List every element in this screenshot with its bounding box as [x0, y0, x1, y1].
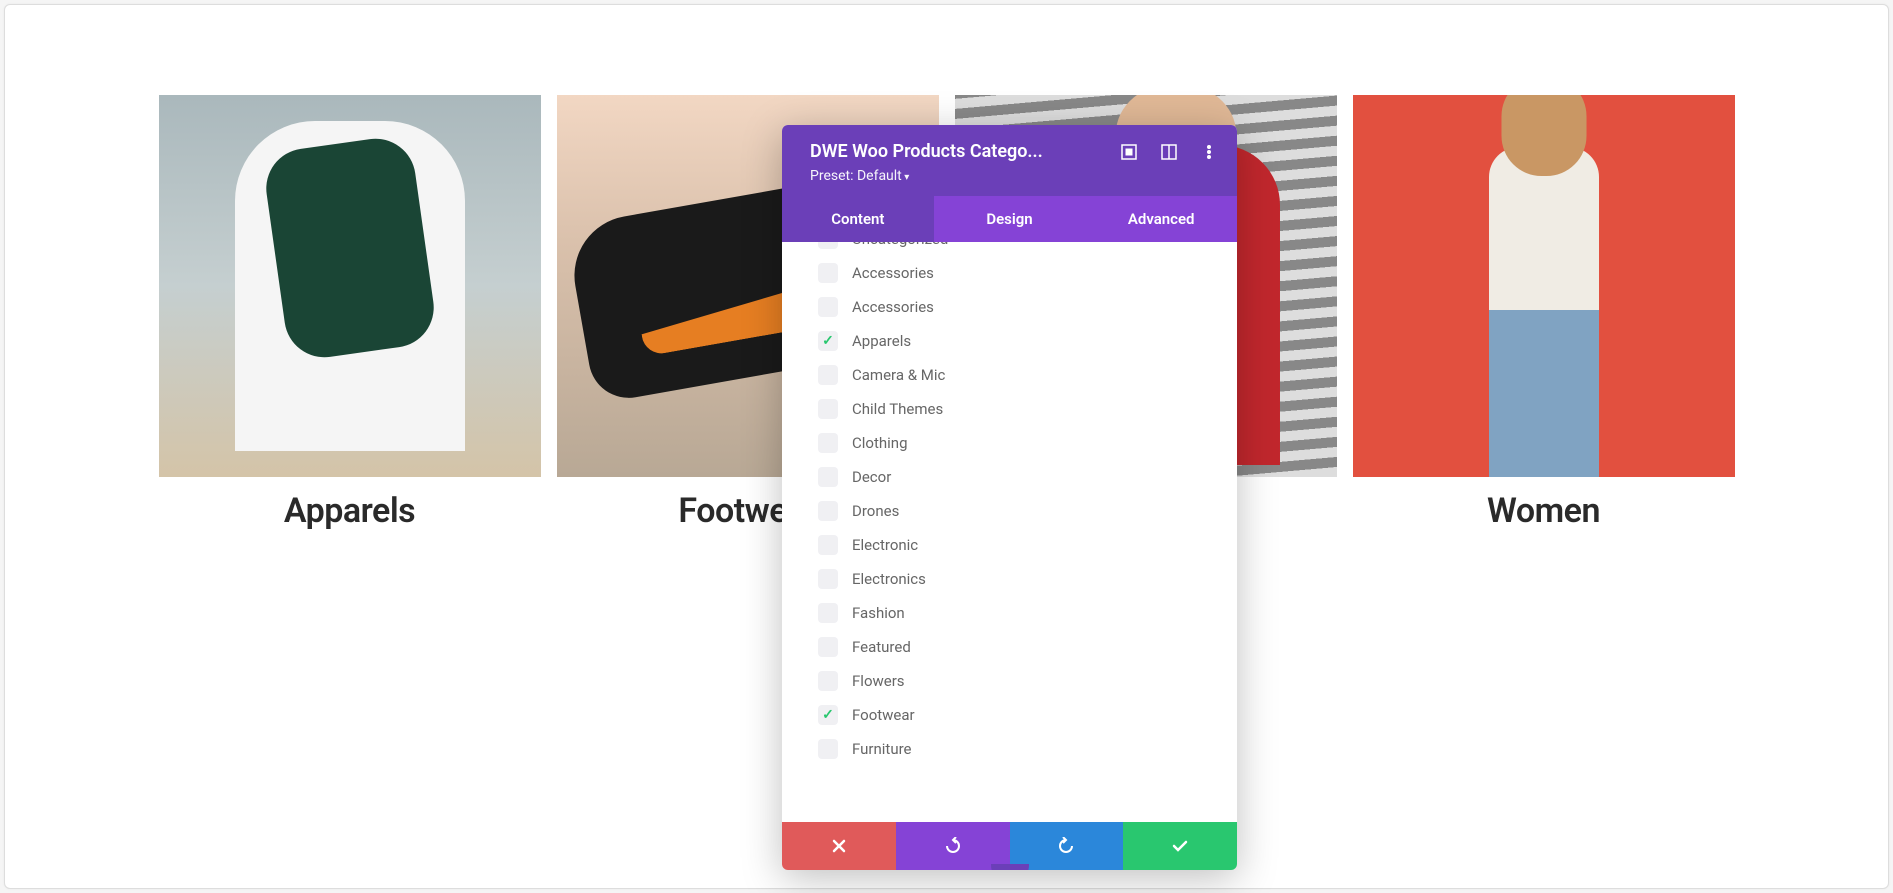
category-option[interactable]: Decor [818, 460, 1217, 494]
category-option-list: Uncategorized Accessories Accessories ✓ Appa… [818, 242, 1217, 766]
popup-body[interactable]: Uncategorized Accessories Accessories ✓ Appa… [782, 242, 1237, 822]
category-option[interactable]: Child Themes [818, 392, 1217, 426]
redo-icon [1057, 837, 1075, 855]
category-option-label: Flowers [852, 672, 905, 690]
category-option-label: Furniture [852, 740, 912, 758]
category-option-label: Electronics [852, 570, 926, 588]
checkbox-icon[interactable] [818, 603, 838, 623]
category-option[interactable]: Flowers [818, 664, 1217, 698]
undo-icon [944, 837, 962, 855]
checkbox-icon[interactable] [818, 399, 838, 419]
category-option-label: Clothing [852, 434, 908, 452]
category-option[interactable]: Fashion [818, 596, 1217, 630]
checkbox-icon[interactable] [818, 637, 838, 657]
category-option-label: Apparels [852, 332, 911, 350]
columns-icon[interactable] [1161, 144, 1177, 160]
category-card-apparels[interactable]: Apparels [159, 95, 541, 531]
popup-header-icons [1121, 144, 1217, 160]
category-option-label: Accessories [852, 264, 934, 282]
category-image-women [1353, 95, 1735, 477]
expand-icon[interactable] [1121, 144, 1137, 160]
checkbox-icon[interactable] [818, 569, 838, 589]
category-option-label: Uncategorized [852, 242, 948, 248]
category-option[interactable]: Uncategorized [818, 242, 1217, 256]
confirm-button[interactable] [1123, 822, 1237, 870]
category-title: Apparels [284, 491, 415, 531]
tab-content[interactable]: Content [782, 196, 934, 242]
category-option[interactable]: Furniture [818, 732, 1217, 766]
checkbox-icon[interactable] [818, 242, 838, 249]
category-option-label: Child Themes [852, 400, 943, 418]
more-icon[interactable] [1201, 144, 1217, 160]
category-option-label: Fashion [852, 604, 905, 622]
checkbox-icon[interactable] [818, 671, 838, 691]
category-option[interactable]: Drones [818, 494, 1217, 528]
popup-title: DWE Woo Products Catego... [810, 141, 1043, 162]
page-frame: Apparels Footwear Men Women DWE Woo Prod… [4, 4, 1889, 889]
category-option[interactable]: Camera & Mic [818, 358, 1217, 392]
category-card-women[interactable]: Women [1353, 95, 1735, 531]
preset-selector[interactable]: Preset: Default [810, 168, 1217, 184]
category-option[interactable]: Accessories [818, 290, 1217, 324]
category-title: Women [1487, 491, 1600, 531]
checkbox-icon[interactable] [818, 365, 838, 385]
category-option[interactable]: ✓ Footwear [818, 698, 1217, 732]
checkbox-icon[interactable] [818, 433, 838, 453]
category-option-label: Camera & Mic [852, 366, 945, 384]
category-option-label: Featured [852, 638, 911, 656]
category-option-label: Drones [852, 502, 899, 520]
checkbox-icon[interactable] [818, 263, 838, 283]
checkbox-icon[interactable] [818, 739, 838, 759]
checkbox-icon[interactable] [818, 297, 838, 317]
checkbox-icon[interactable] [818, 501, 838, 521]
checkbox-icon[interactable] [818, 535, 838, 555]
checkbox-icon[interactable]: ✓ [818, 705, 838, 725]
category-option-label: Decor [852, 468, 891, 486]
close-icon [831, 838, 847, 854]
category-option[interactable]: Accessories [818, 256, 1217, 290]
undo-button[interactable] [896, 822, 1010, 870]
category-option[interactable]: Electronic [818, 528, 1217, 562]
checkbox-icon[interactable] [818, 467, 838, 487]
category-option[interactable]: Electronics [818, 562, 1217, 596]
tab-design[interactable]: Design [934, 196, 1086, 242]
drag-handle[interactable] [991, 864, 1029, 870]
check-icon [1171, 837, 1189, 855]
category-image-apparels [159, 95, 541, 477]
cancel-button[interactable] [782, 822, 896, 870]
category-option-label: Electronic [852, 536, 918, 554]
category-option[interactable]: ✓ Apparels [818, 324, 1217, 358]
tab-advanced[interactable]: Advanced [1085, 196, 1237, 242]
redo-button[interactable] [1010, 822, 1124, 870]
popup-footer [782, 822, 1237, 870]
category-option-label: Accessories [852, 298, 934, 316]
popup-header: DWE Woo Products Catego... Preset: Defau… [782, 125, 1237, 196]
category-option[interactable]: Featured [818, 630, 1217, 664]
category-option[interactable]: Clothing [818, 426, 1217, 460]
settings-popup: DWE Woo Products Catego... Preset: Defau… [782, 125, 1237, 870]
category-option-label: Footwear [852, 706, 915, 724]
checkbox-icon[interactable]: ✓ [818, 331, 838, 351]
popup-tabs: Content Design Advanced [782, 196, 1237, 242]
